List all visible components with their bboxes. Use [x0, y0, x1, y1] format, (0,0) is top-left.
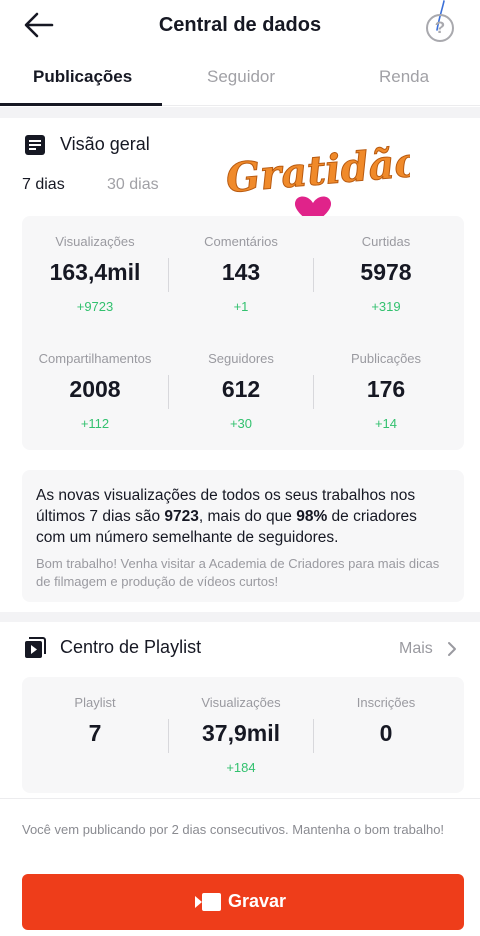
metric-label: Publicações: [350, 351, 422, 366]
metric-delta: +319: [371, 299, 401, 314]
record-button[interactable]: Gravar: [22, 874, 464, 930]
metric-delta: +9723: [76, 299, 114, 314]
metric-delta: +112: [80, 416, 110, 431]
metric-value: 37,9mil: [202, 720, 280, 746]
metric-label: Curtidas: [361, 234, 411, 249]
active-tab-indicator: [0, 103, 162, 106]
overview-title: Visão geral: [60, 134, 150, 154]
metric-publicacoes[interactable]: Publicações 176 +14: [313, 351, 459, 431]
insight-tip: Bom trabalho! Venha visitar a Academia d…: [36, 556, 440, 589]
section-divider: [0, 107, 480, 118]
metric-label: Visualizações: [201, 695, 281, 710]
video-camera-icon: [195, 893, 221, 911]
metric-value: 7: [88, 720, 102, 746]
section-divider: [0, 612, 480, 622]
metric-visualizacoes[interactable]: Visualizações 163,4mil +9723: [22, 234, 168, 314]
metric-playlist-visualizacoes[interactable]: Visualizações 37,9mil +184: [168, 695, 314, 775]
playlist-metrics-card: Playlist 7 Visualizações 37,9mil +184 In…: [22, 677, 464, 793]
metric-curtidas[interactable]: Curtidas 5978 +319: [313, 234, 459, 314]
period-7-days[interactable]: 7 dias: [22, 176, 65, 194]
metric-seguidores[interactable]: Seguidores 612 +30: [168, 351, 314, 431]
metric-label: Visualizações: [55, 234, 135, 249]
page-title: Central de dados: [158, 14, 322, 36]
more-link[interactable]: Mais: [399, 640, 433, 658]
record-button-label: Gravar: [228, 891, 287, 911]
metric-delta: +184: [226, 760, 256, 775]
metric-playlist[interactable]: Playlist 7: [22, 695, 168, 747]
sticker-text: Gratidão: [224, 138, 410, 202]
insight-summary: As novas visualizações de todos os seus …: [36, 485, 448, 548]
metric-label: Inscrições: [356, 695, 416, 710]
metric-delta: +14: [374, 416, 398, 431]
top-bar: Central de dados ?: [0, 0, 480, 52]
metric-label: Seguidores: [208, 351, 274, 366]
tab-bar: Publicações Seguidor Renda: [0, 52, 480, 106]
metric-value: 0: [379, 720, 393, 746]
metric-inscricoes[interactable]: Inscrições 0: [313, 695, 459, 747]
metric-value: 143: [221, 259, 261, 285]
tab-publicacoes[interactable]: Publicações: [33, 67, 132, 87]
overview-metrics-card: Visualizações 163,4mil +9723 Comentários…: [22, 216, 464, 450]
help-icon[interactable]: ?: [426, 14, 454, 42]
playlist-icon: [25, 637, 46, 658]
insight-text: , mais do que: [198, 508, 297, 525]
metric-value: 2008: [69, 376, 121, 402]
metric-value: 163,4mil: [49, 259, 141, 285]
metric-label: Playlist: [74, 695, 116, 710]
gratidao-sticker: Gratidão: [224, 138, 410, 225]
period-30-days[interactable]: 30 dias: [107, 176, 159, 194]
metric-value: 612: [221, 376, 261, 402]
insight-views-value: 9723: [164, 508, 199, 525]
document-icon: [25, 135, 45, 155]
metric-label: Comentários: [204, 234, 278, 249]
metric-compartilhamentos[interactable]: Compartilhamentos 2008 +112: [22, 351, 168, 431]
metric-value: 5978: [360, 259, 412, 285]
playlist-title: Centro de Playlist: [60, 637, 202, 657]
metric-delta: +1: [233, 299, 249, 314]
metric-value: 176: [366, 376, 406, 402]
metric-comentarios[interactable]: Comentários 143 +1: [168, 234, 314, 314]
metric-label: Compartilhamentos: [38, 351, 152, 366]
streak-notice: Você vem publicando por 2 dias consecuti…: [22, 822, 445, 837]
chevron-right-icon[interactable]: [446, 641, 458, 657]
tab-renda[interactable]: Renda: [379, 67, 429, 87]
insight-percent-value: 98%: [296, 508, 328, 525]
tab-seguidor[interactable]: Seguidor: [207, 67, 275, 87]
metric-delta: +30: [229, 416, 253, 431]
